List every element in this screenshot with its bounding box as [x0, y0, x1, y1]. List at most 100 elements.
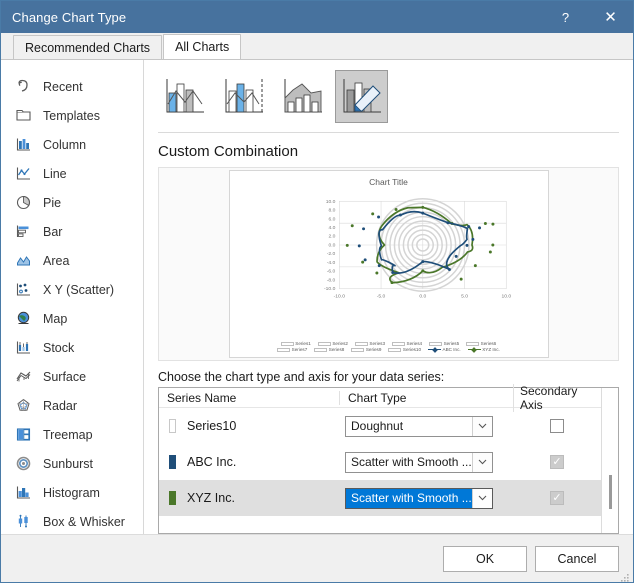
sidebar-item-treemap[interactable]: Treemap: [1, 420, 143, 449]
cancel-button[interactable]: Cancel: [535, 545, 619, 572]
clustered-column-line-secondary-axis-thumb[interactable]: [217, 70, 270, 123]
series-prompt: Choose the chart type and axis for your …: [158, 370, 445, 384]
stacked-area-clustered-column-thumb[interactable]: [276, 70, 329, 123]
legend-label: Series5: [443, 341, 460, 346]
sidebar-item-bar[interactable]: Bar: [1, 217, 143, 246]
legend-label: Series9: [365, 347, 382, 352]
table-row[interactable]: ABC Inc. Scatter with Smooth ... ✓: [159, 444, 601, 480]
page-title: Custom Combination: [158, 143, 299, 160]
legend-swatch-icon: [314, 347, 328, 352]
radar-chart-icon: [13, 396, 33, 416]
chart-type-value: Scatter with Smooth ...: [351, 455, 472, 469]
series-color-swatch: [169, 419, 176, 433]
sidebar-item-area[interactable]: Area: [1, 246, 143, 275]
svg-text:-2.0: -2.0: [326, 251, 335, 257]
series-table-scrollbar[interactable]: [601, 388, 618, 533]
pie-chart-icon: [13, 193, 33, 213]
tab-all-charts[interactable]: All Charts: [163, 34, 242, 59]
sidebar-item-label: Line: [43, 166, 67, 181]
legend-label: Series2: [332, 341, 348, 346]
secondary-axis-cell: ✓: [513, 491, 601, 505]
sidebar-item-label: Stock: [43, 340, 75, 355]
sidebar-item-map[interactable]: Map: [1, 304, 143, 333]
scatter-chart-icon: [13, 280, 33, 300]
svg-text:4.0: 4.0: [328, 225, 335, 231]
legend-line-icon: [428, 348, 442, 352]
surface-chart-icon: [13, 367, 33, 387]
series-name-label: XYZ Inc.: [187, 491, 235, 505]
legend-line-icon: [467, 348, 481, 352]
sidebar-item-label: Radar: [43, 398, 78, 413]
svg-text:8.0: 8.0: [328, 208, 335, 214]
tab-strip: Recommended Charts All Charts: [1, 33, 633, 59]
svg-text:10.0: 10.0: [501, 294, 511, 300]
secondary-axis-checkbox[interactable]: ✓: [550, 419, 564, 433]
sidebar-item-stock[interactable]: Stock: [1, 333, 143, 362]
legend-item: Series10: [388, 347, 421, 352]
sidebar-item-histogram[interactable]: Histogram: [1, 478, 143, 507]
sidebar-item-label: X Y (Scatter): [43, 282, 115, 297]
column-header-chart-type: Chart Type: [339, 390, 513, 405]
help-icon[interactable]: ?: [543, 1, 588, 33]
chart-type-dropdown[interactable]: Scatter with Smooth ...: [345, 451, 493, 473]
dialog-body: Recent Templates Column Line Pie Bar Are…: [1, 59, 633, 534]
sidebar-item-radar[interactable]: Radar: [1, 391, 143, 420]
table-row[interactable]: Series10 Doughnut ✓: [159, 408, 601, 444]
custom-combination-thumb[interactable]: [335, 70, 388, 123]
svg-text:0.0: 0.0: [419, 294, 426, 300]
sidebar-item-label: Box & Whisker: [43, 514, 125, 529]
chart-type-dropdown[interactable]: Doughnut: [345, 415, 493, 437]
sidebar-item-templates[interactable]: Templates: [1, 101, 143, 130]
legend-label: XYZ Inc.: [482, 347, 500, 352]
legend-label: Series10: [402, 347, 422, 352]
tab-recommended-charts[interactable]: Recommended Charts: [13, 35, 163, 59]
sidebar-item-surface[interactable]: Surface: [1, 362, 143, 391]
legend-swatch-icon: [388, 347, 402, 352]
resize-grip-icon[interactable]: [620, 570, 630, 582]
sidebar-item-line[interactable]: Line: [1, 159, 143, 188]
sidebar-item-column[interactable]: Column: [1, 130, 143, 159]
clustered-column-line-thumb[interactable]: [158, 70, 211, 123]
title-bar: Change Chart Type ? ✕: [1, 1, 633, 33]
combo-subtype-gallery: [158, 70, 619, 133]
sidebar-item-xy-scatter[interactable]: X Y (Scatter): [1, 275, 143, 304]
svg-text:10.0: 10.0: [325, 199, 335, 205]
chevron-down-icon[interactable]: [472, 416, 492, 436]
legend-item: Series9: [351, 347, 381, 352]
table-row[interactable]: XYZ Inc. Scatter with Smooth ... ✓: [159, 480, 601, 516]
sidebar-item-box-whisker[interactable]: Box & Whisker: [1, 507, 143, 534]
series-name-label: ABC Inc.: [187, 455, 237, 469]
chevron-down-icon[interactable]: [472, 488, 492, 508]
chart-category-list[interactable]: Recent Templates Column Line Pie Bar Are…: [1, 60, 144, 534]
map-chart-icon: [13, 309, 33, 329]
legend-item: ABC Inc.: [428, 347, 461, 352]
chart-type-cell: Doughnut: [339, 415, 513, 437]
column-chart-icon: [13, 135, 33, 155]
chart-type-cell: Scatter with Smooth ...: [339, 451, 513, 473]
sidebar-item-sunburst[interactable]: Sunburst: [1, 449, 143, 478]
series-name-label: Series10: [187, 419, 237, 433]
chart-type-dropdown[interactable]: Scatter with Smooth ...: [345, 487, 493, 509]
scrollbar-thumb[interactable]: [609, 475, 612, 509]
legend-label: Series4: [406, 341, 423, 346]
sidebar-item-pie[interactable]: Pie: [1, 188, 143, 217]
window-controls: ? ✕: [543, 1, 633, 33]
area-chart-icon: [13, 251, 33, 271]
secondary-axis-checkbox: ✓: [550, 491, 564, 505]
chevron-down-icon[interactable]: [472, 452, 492, 472]
legend-item: Series5: [429, 341, 459, 346]
series-name-cell: Series10: [159, 419, 339, 433]
close-icon[interactable]: ✕: [588, 1, 633, 33]
main-panel: Custom Combination Chart Title 10.0 8.0 …: [144, 60, 633, 534]
legend-swatch-icon: [351, 347, 365, 352]
sidebar-item-label: Pie: [43, 195, 62, 210]
chart-type-value: Scatter with Smooth ...: [346, 488, 472, 508]
recent-icon: [13, 77, 33, 97]
legend-label: ABC Inc.: [442, 347, 461, 352]
svg-text:-10.0: -10.0: [324, 286, 336, 292]
chart-type-value: Doughnut: [351, 419, 404, 433]
sidebar-item-recent[interactable]: Recent: [1, 72, 143, 101]
legend-item: Series3: [354, 341, 385, 346]
ok-button[interactable]: OK: [443, 545, 527, 572]
legend-label: Series7: [291, 347, 308, 352]
